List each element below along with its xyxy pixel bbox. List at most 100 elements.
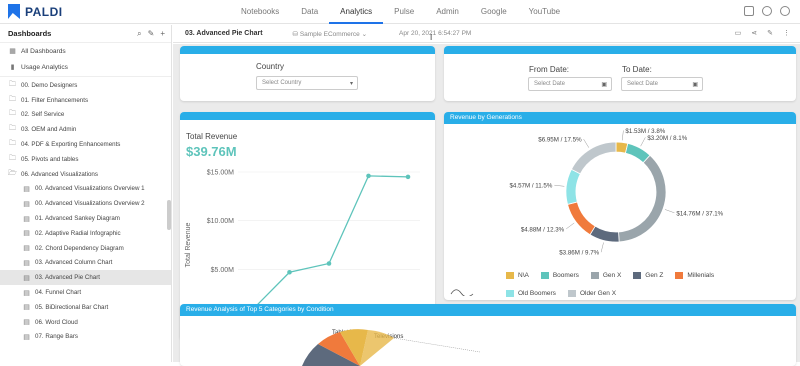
leader-line [566,222,575,230]
last-updated: Apr 20, 2021 6:54:27 PM [399,30,472,37]
legend-item[interactable]: Gen Z [633,272,663,279]
revenue-label: Total Revenue [186,132,238,141]
dashboard-icon: ▤ [23,319,30,327]
sidebar-item-all-dashboards[interactable]: ▦ All Dashboards [0,43,171,59]
folder-item[interactable]: 🗀 00. Demo Designers [0,78,171,93]
app-logo[interactable]: PALDI [8,4,63,19]
legend-swatch [675,272,684,279]
datasource-selector[interactable]: ⛁ Sample ECommerce ⌄ [293,30,368,38]
from-date-input[interactable]: Select Date ▣ [528,77,612,91]
dashboard-icon: ▤ [23,185,30,193]
dashboard-icon: ▤ [23,245,30,253]
dashboard-item[interactable]: ▤ 01. Advanced Sankey Diagram [0,211,171,226]
export-icon[interactable]: ▭ [735,29,742,37]
folder-item[interactable]: 🗁 06. Advanced Visualizations [0,167,171,182]
dashboard-item[interactable]: ▤ 03. Advanced Column Chart [0,256,171,271]
share-icon[interactable]: ⋖ [751,29,757,37]
legend-swatch [540,272,549,279]
dashboard-item[interactable]: ▤ 00. Advanced Visualizations Overview 1 [0,182,171,197]
bell-icon[interactable] [762,6,772,16]
series-line [249,175,409,313]
git-branch-icon[interactable] [744,6,754,16]
dashboard-label: 02. Chord Dependency Diagram [35,244,124,252]
legend-swatch [590,272,599,279]
dashboard-item[interactable]: ▤ 02. Chord Dependency Diagram [0,241,171,256]
search-icon[interactable]: ⌕ [137,29,141,39]
dashboard-label: 01. Advanced Sankey Diagram [35,215,120,223]
nav-notebooks[interactable]: Notebooks [230,0,290,24]
dashboard-item[interactable]: ▤ 05. BiDirectional Bar Chart [0,300,171,315]
folder-item[interactable]: 🗀 03. OEM and Admin [0,122,171,137]
to-date-input[interactable]: Select Date ▣ [621,77,703,91]
chevron-down-icon: ▾ [349,81,353,87]
legend-item[interactable]: Gen X [590,272,621,279]
country-select[interactable]: Select Country ▾ [256,76,358,90]
y-tick-label: $15.00M [207,170,234,177]
sidebar-scrollbar[interactable] [167,200,171,230]
data-point [287,269,292,275]
folder-label: 00. Demo Designers [21,81,78,89]
dashboard-label: 00. Advanced Visualizations Overview 1 [35,185,145,193]
folder-item[interactable]: 🗀 04. PDF & Exporting Enhancements [0,137,171,152]
folder-open-icon: 🗁 [8,169,17,177]
slice-label: $3.20M / 8.1% [647,135,687,142]
dashboard-item-selected[interactable]: ▤ 03. Advanced Pie Chart [0,270,171,286]
sidebar-item-label: Usage Analytics [21,63,68,71]
dashboard-item[interactable]: ▤ 04. Funnel Chart [0,285,171,300]
leader-line [621,130,624,141]
folder-label: 01. Filter Enhancements [21,96,89,104]
leader-line [393,337,481,353]
folder-icon: 🗀 [9,110,16,118]
legend-item[interactable]: Old Boomers [506,290,556,297]
edit-icon[interactable]: ✎ [148,29,155,39]
folder-icon: 🗀 [9,95,16,103]
edit-icon[interactable]: ✎ [767,29,773,37]
folder-label: 05. Pivots and tables [21,155,79,163]
dashboard-label: 02. Adaptive Radial Infographic [35,229,121,237]
sidebar-item-label: All Dashboards [21,47,66,55]
calendar-icon[interactable]: ▣ [692,81,698,88]
data-point [405,174,411,180]
dashboard-item[interactable]: ▤ 06. Word Cloud [0,315,171,330]
nav-admin[interactable]: Admin [425,0,470,24]
generations-panel: Revenue by Generations $1.53M / 3.8% $3.2… [444,112,796,300]
nav-google[interactable]: Google [470,0,518,24]
dashboard-toolbar: 03. Advanced Pie Chart ⛁ Sample ECommerc… [173,25,800,43]
slice-label: $4.88M / 12.3% [521,226,565,233]
calendar-icon[interactable]: ▣ [601,81,607,88]
legend-swatch [506,290,514,297]
nav-youtube[interactable]: YouTube [518,0,571,24]
to-date-label: To Date: [622,65,652,74]
category-pie-chart [302,329,481,366]
legend-item[interactable]: Millenials [675,272,714,279]
nav-pulse[interactable]: Pulse [383,0,425,24]
nav-data[interactable]: Data [290,0,329,24]
add-icon[interactable]: + [160,29,165,39]
folder-item[interactable]: 🗀 01. Filter Enhancements [0,93,171,108]
leader-line [600,242,604,253]
dashboard-label: 03. Advanced Column Chart [35,259,113,267]
category-revenue-panel: Revenue Analysis of Top 5 Categories by … [180,304,796,366]
donut-slice [589,225,620,243]
datasource-label: Sample ECommerce [299,30,360,38]
dashboard-item[interactable]: ▤ 07. Range Bars [0,330,171,345]
dashboard-icon: ▤ [23,230,30,238]
dashboard-icon: ▤ [23,289,30,297]
folder-item[interactable]: 🗀 05. Pivots and tables [0,152,171,167]
more-icon[interactable]: ⋮ [783,29,790,37]
legend-label: Boomers [552,272,579,279]
folder-item[interactable]: 🗀 02. Self Service [0,108,171,123]
user-icon[interactable] [780,6,790,16]
data-point [366,173,371,179]
sidebar-item-usage-analytics[interactable]: ▮ Usage Analytics [0,59,171,75]
legend-item[interactable]: Older Gen X [567,290,617,297]
legend-swatch [506,272,514,279]
legend-item[interactable]: N\A [506,272,529,279]
mini-chart-icon[interactable] [450,286,474,296]
legend-label: Older Gen X [579,290,617,297]
dashboard-item[interactable]: ▤ 00. Advanced Visualizations Overview 2 [0,196,171,211]
legend-item[interactable]: Boomers [540,272,579,279]
dashboard-item[interactable]: ▤ 02. Adaptive Radial Infographic [0,226,171,241]
sidebar-title: Dashboards [8,29,52,38]
nav-analytics[interactable]: Analytics [329,0,384,24]
